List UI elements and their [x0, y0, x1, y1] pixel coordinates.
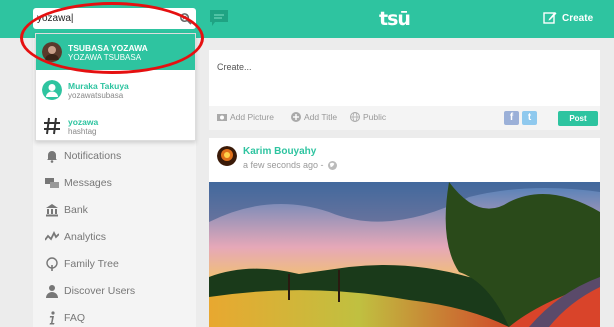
create-button[interactable]: Create: [543, 9, 593, 27]
sidebar-item-analytics[interactable]: Analytics: [33, 223, 196, 250]
twitter-share-icon[interactable]: t: [522, 111, 537, 125]
composer-input[interactable]: Create...: [217, 62, 252, 72]
feed-post: Karim Bouyahy a few seconds ago -: [209, 138, 600, 327]
add-picture-button[interactable]: Add Picture: [217, 112, 274, 122]
privacy-label: Public: [363, 112, 387, 122]
result-name: yozawa: [68, 116, 99, 127]
result-name: Muraka Takuya: [68, 80, 129, 91]
author-avatar[interactable]: [217, 146, 237, 166]
add-title-button[interactable]: Add Title: [291, 112, 337, 122]
sidebar-item-messages[interactable]: Messages: [33, 169, 196, 196]
search-result-user[interactable]: Muraka Takuya yozawatsubasa: [36, 75, 195, 105]
highlight-ring: [20, 2, 204, 74]
discover-users-icon: [46, 284, 58, 298]
privacy-selector[interactable]: Public: [350, 112, 386, 122]
facebook-share-icon[interactable]: f: [504, 111, 519, 125]
sidebar-item-label: Bank: [64, 203, 88, 216]
sidebar-item-label: FAQ: [64, 311, 86, 324]
edit-icon: [543, 12, 557, 24]
search-result-hashtag[interactable]: yozawa hashtag: [36, 112, 195, 140]
post-meta: a few seconds ago -: [243, 160, 337, 170]
plus-circle-icon: [291, 112, 301, 122]
sidebar-item-faq[interactable]: FAQ: [33, 304, 196, 327]
bell-icon: [47, 150, 57, 163]
chat-icon[interactable]: [209, 9, 229, 27]
post-author[interactable]: Karim Bouyahy: [243, 146, 316, 157]
add-picture-label: Add Picture: [230, 112, 274, 122]
messages-icon: [45, 177, 59, 188]
sidebar-item-label: Notifications: [64, 149, 122, 162]
family-tree-icon: [46, 256, 58, 271]
post-time: a few seconds ago -: [243, 160, 324, 170]
tsu-logo[interactable]: tsū: [379, 8, 411, 30]
bank-icon: [46, 203, 58, 216]
info-icon: [49, 310, 55, 324]
camera-icon: [217, 114, 227, 121]
sidebar-item-label: Family Tree: [64, 257, 119, 270]
create-label: Create: [562, 12, 594, 24]
sidebar-item-discover-users[interactable]: Discover Users: [33, 277, 196, 304]
post-image[interactable]: [209, 182, 600, 327]
result-type: hashtag: [68, 126, 97, 136]
sidebar-item-label: Analytics: [64, 230, 107, 243]
sidebar-item-family-tree[interactable]: Family Tree: [33, 250, 196, 277]
post-button[interactable]: Post: [558, 111, 598, 126]
result-username: yozawatsubasa: [68, 90, 124, 100]
sidebar-item-notifications[interactable]: Notifications: [33, 142, 196, 169]
sidebar-item-label: Messages: [64, 176, 112, 189]
sidebar-item-bank[interactable]: Bank: [33, 196, 196, 223]
globe-icon: [350, 112, 360, 122]
composer-toolbar: Add Picture Add Title Public f t Post: [209, 106, 600, 130]
analytics-icon: [45, 230, 59, 241]
sidebar-item-label: Discover Users: [64, 284, 136, 297]
post-composer: Create... Add Picture Add Title Public f…: [209, 50, 600, 130]
add-title-label: Add Title: [304, 112, 338, 122]
globe-icon: [327, 160, 337, 170]
hashtag-icon: [44, 117, 60, 135]
default-avatar: [42, 80, 62, 100]
